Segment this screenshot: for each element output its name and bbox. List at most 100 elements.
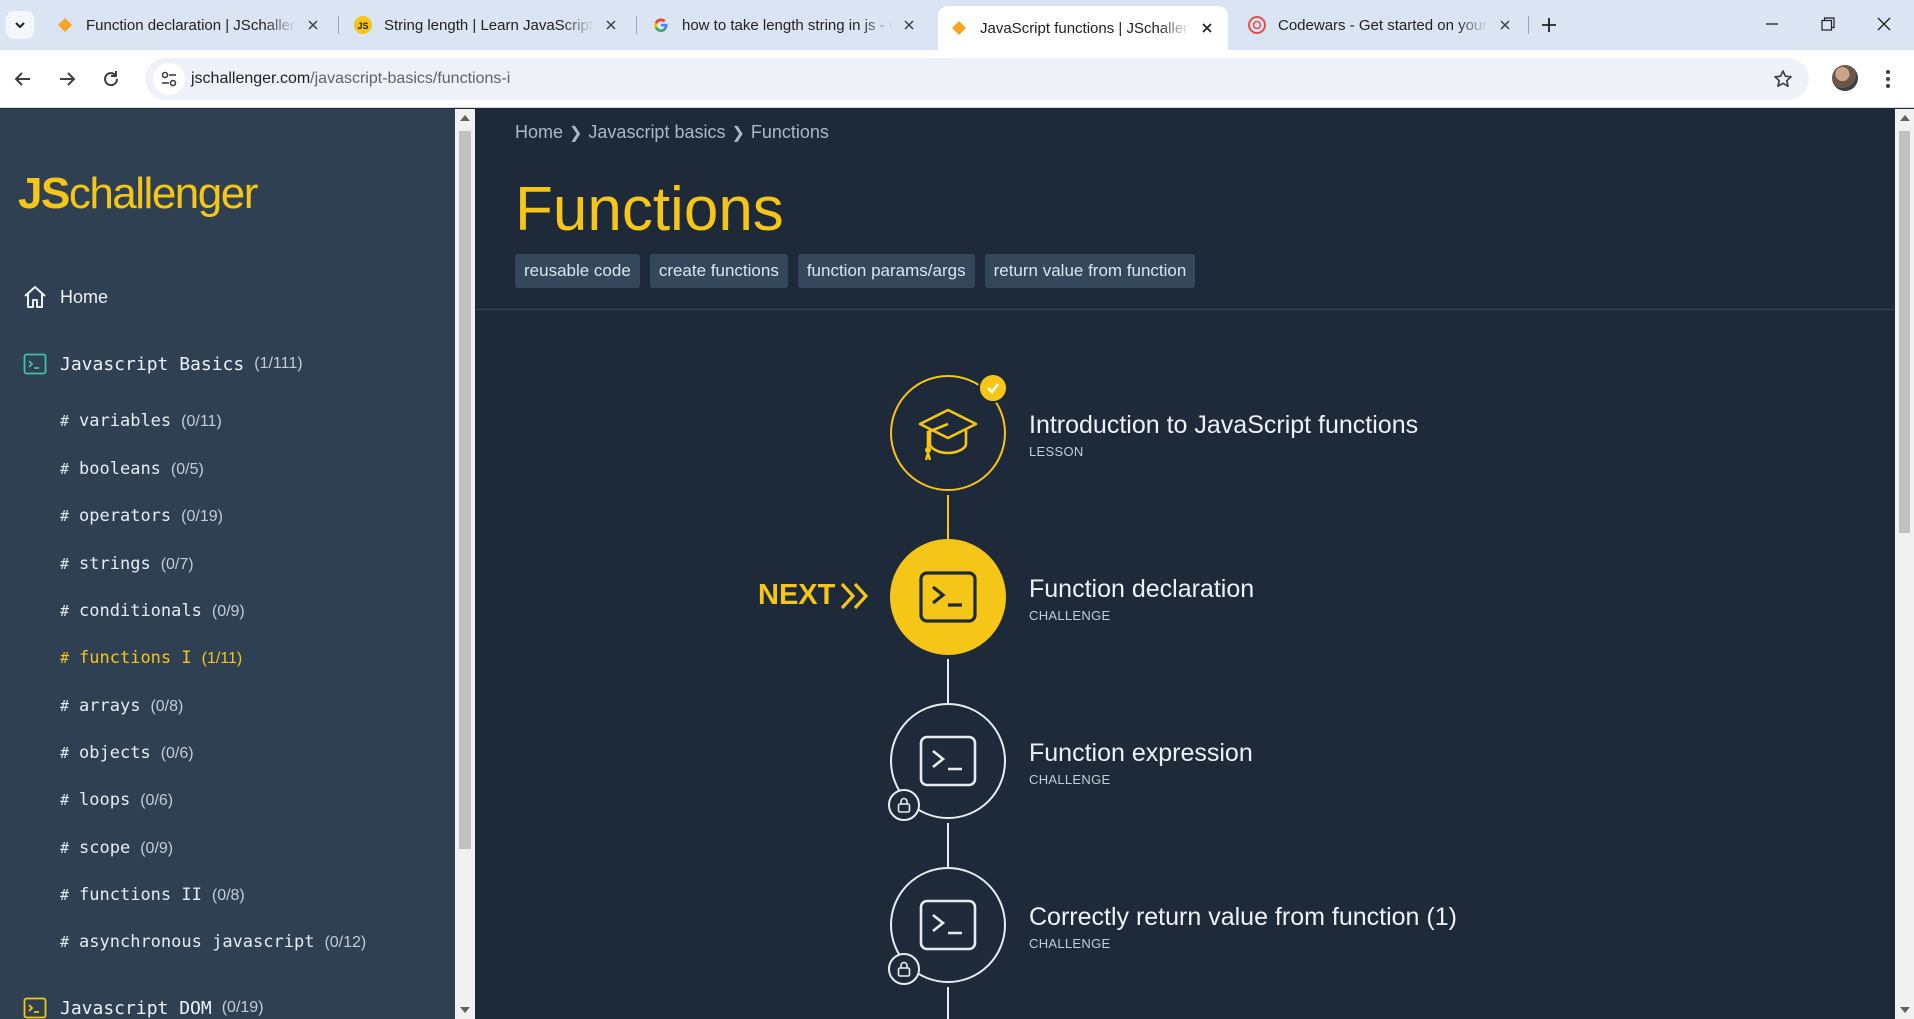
- jschallenger-favicon-icon: [950, 19, 968, 37]
- hash-icon: #: [60, 697, 70, 715]
- browser-menu-button[interactable]: [1876, 65, 1900, 93]
- terminal-icon: [919, 571, 977, 623]
- tune-icon: [161, 71, 177, 87]
- breadcrumb-javascript-basics[interactable]: Javascript basics: [588, 122, 725, 143]
- challenge-node-locked[interactable]: [888, 703, 1006, 821]
- scrollbar-thumb[interactable]: [459, 131, 471, 849]
- reload-button[interactable]: [95, 63, 127, 95]
- bookmark-button[interactable]: [1771, 67, 1795, 91]
- close-icon: [1877, 17, 1891, 31]
- terminal-icon: [22, 995, 48, 1019]
- sidebar-item-booleans[interactable]: # booleans (0/5): [60, 459, 204, 479]
- scroll-up-icon[interactable]: [460, 115, 470, 121]
- sidebar-item-label: conditionals: [79, 601, 202, 621]
- sidebar-item-home[interactable]: Home: [22, 284, 108, 310]
- back-button[interactable]: [7, 63, 39, 95]
- topic-tag: return value from function: [984, 254, 1196, 288]
- scrollbar-thumb[interactable]: [1899, 131, 1910, 533]
- breadcrumb-home[interactable]: Home: [515, 122, 563, 143]
- close-tab-icon[interactable]: [304, 16, 322, 34]
- close-window-button[interactable]: [1862, 8, 1906, 40]
- next-indicator: NEXT: [758, 579, 871, 612]
- scroll-down-icon[interactable]: [1900, 1007, 1910, 1013]
- path-connector: [947, 987, 949, 1019]
- page-scrollbar[interactable]: [1895, 109, 1914, 1019]
- browser-tab-active[interactable]: JavaScript functions | JSchallenger: [938, 6, 1228, 50]
- sidebar-item-scope[interactable]: # scope (0/9): [60, 838, 173, 858]
- site-info-button[interactable]: [153, 63, 185, 95]
- chevron-right-icon: ❯: [731, 124, 745, 142]
- sidebar-item-count: (0/19): [181, 508, 223, 525]
- step-title[interactable]: Function declaration: [1029, 575, 1254, 604]
- hash-icon: #: [60, 649, 70, 667]
- close-tab-icon[interactable]: [1496, 16, 1514, 34]
- hash-icon: #: [60, 744, 70, 762]
- topic-tag: reusable code: [515, 254, 640, 288]
- sidebar-item-operators[interactable]: # operators (0/19): [60, 506, 223, 526]
- sidebar-item-variables[interactable]: # variables (0/11): [60, 411, 222, 431]
- sidebar-item-objects[interactable]: # objects (0/6): [60, 743, 194, 763]
- scroll-down-icon[interactable]: [460, 1007, 470, 1013]
- hash-icon: #: [60, 602, 70, 620]
- profile-avatar[interactable]: [1832, 65, 1858, 91]
- sidebar-section-javascript-basics[interactable]: Javascript Basics (1/111): [22, 351, 303, 377]
- divider: [475, 309, 1895, 310]
- scroll-up-icon[interactable]: [1900, 115, 1910, 121]
- sidebar-item-functions-ii[interactable]: # functions II (0/8): [60, 885, 245, 905]
- page-title: Functions: [515, 175, 784, 244]
- sidebar-item-count: (0/6): [160, 745, 194, 762]
- close-tab-icon[interactable]: [602, 16, 620, 34]
- sidebar-item-label: functions II: [79, 885, 202, 905]
- sidebar-item-functions-i[interactable]: # functions I (1/11): [60, 648, 242, 668]
- main-content: Home ❯ Javascript basics ❯ Functions Fun…: [475, 109, 1895, 1019]
- topic-tag: function params/args: [797, 254, 975, 288]
- arrow-left-icon: [14, 72, 30, 86]
- arrow-right-icon: [60, 72, 76, 86]
- sidebar-item-label: variables: [79, 411, 172, 431]
- browser-tab[interactable]: Codewars - Get started on your coding jo…: [1236, 8, 1526, 42]
- home-icon: [22, 284, 48, 310]
- challenge-node-locked[interactable]: [888, 867, 1006, 985]
- lock-icon: [888, 789, 920, 821]
- challenge-node-next[interactable]: [890, 539, 1006, 655]
- sidebar-item-count: (0/6): [140, 792, 174, 809]
- sidebar-item-label: loops: [79, 790, 131, 810]
- tab-search-button[interactable]: [6, 11, 34, 39]
- js-favicon-icon: JS: [354, 16, 372, 34]
- browser-tab[interactable]: JS String length | Learn JavaScript: [342, 8, 632, 42]
- sidebar-item-arrays[interactable]: # arrays (0/8): [60, 696, 183, 716]
- browser-tab[interactable]: how to take length string in js - Google…: [640, 8, 930, 42]
- plus-icon: [1542, 18, 1556, 32]
- graduation-cap-icon: [918, 408, 978, 461]
- close-tab-icon[interactable]: [1198, 19, 1216, 37]
- sidebar-item-label: functions I: [79, 648, 192, 668]
- sidebar-item-loops[interactable]: # loops (0/6): [60, 790, 173, 810]
- sidebar-item-count: (0/8): [150, 698, 184, 715]
- forward-button[interactable]: [51, 63, 83, 95]
- lesson-node[interactable]: [890, 373, 1008, 491]
- sidebar-item-count: (0/11): [181, 413, 222, 430]
- site-logo[interactable]: JSchallenger: [18, 169, 258, 219]
- checkmark-icon: [978, 373, 1008, 403]
- breadcrumb: Home ❯ Javascript basics ❯ Functions: [515, 122, 829, 143]
- address-bar[interactable]: jschallenger.com/javascript-basics/funct…: [145, 58, 1809, 100]
- sidebar-item-label: arrays: [79, 696, 141, 716]
- sidebar-scrollbar[interactable]: [455, 109, 475, 1019]
- sidebar-item-strings[interactable]: # strings (0/7): [60, 554, 194, 574]
- step-title[interactable]: Correctly return value from function (1): [1029, 903, 1457, 932]
- step-title[interactable]: Introduction to JavaScript functions: [1029, 411, 1418, 440]
- tab-separator: [636, 16, 637, 34]
- sidebar-item-conditionals[interactable]: # conditionals (0/9): [60, 601, 245, 621]
- new-tab-button[interactable]: [1536, 12, 1562, 38]
- browser-toolbar: jschallenger.com/javascript-basics/funct…: [0, 50, 1914, 108]
- browser-tab[interactable]: Function declaration | JSchallenger: [44, 8, 334, 42]
- sidebar-item-asynchronous-javascript[interactable]: # asynchronous javascript (0/12): [60, 932, 366, 952]
- lock-icon: [888, 953, 920, 985]
- hash-icon: #: [60, 412, 70, 430]
- restore-button[interactable]: [1806, 8, 1850, 40]
- step-title[interactable]: Function expression: [1029, 739, 1253, 768]
- minimize-button[interactable]: [1750, 8, 1794, 40]
- sidebar-section-javascript-dom[interactable]: Javascript DOM (0/19): [22, 995, 264, 1019]
- close-tab-icon[interactable]: [900, 16, 918, 34]
- next-label: NEXT: [758, 579, 836, 611]
